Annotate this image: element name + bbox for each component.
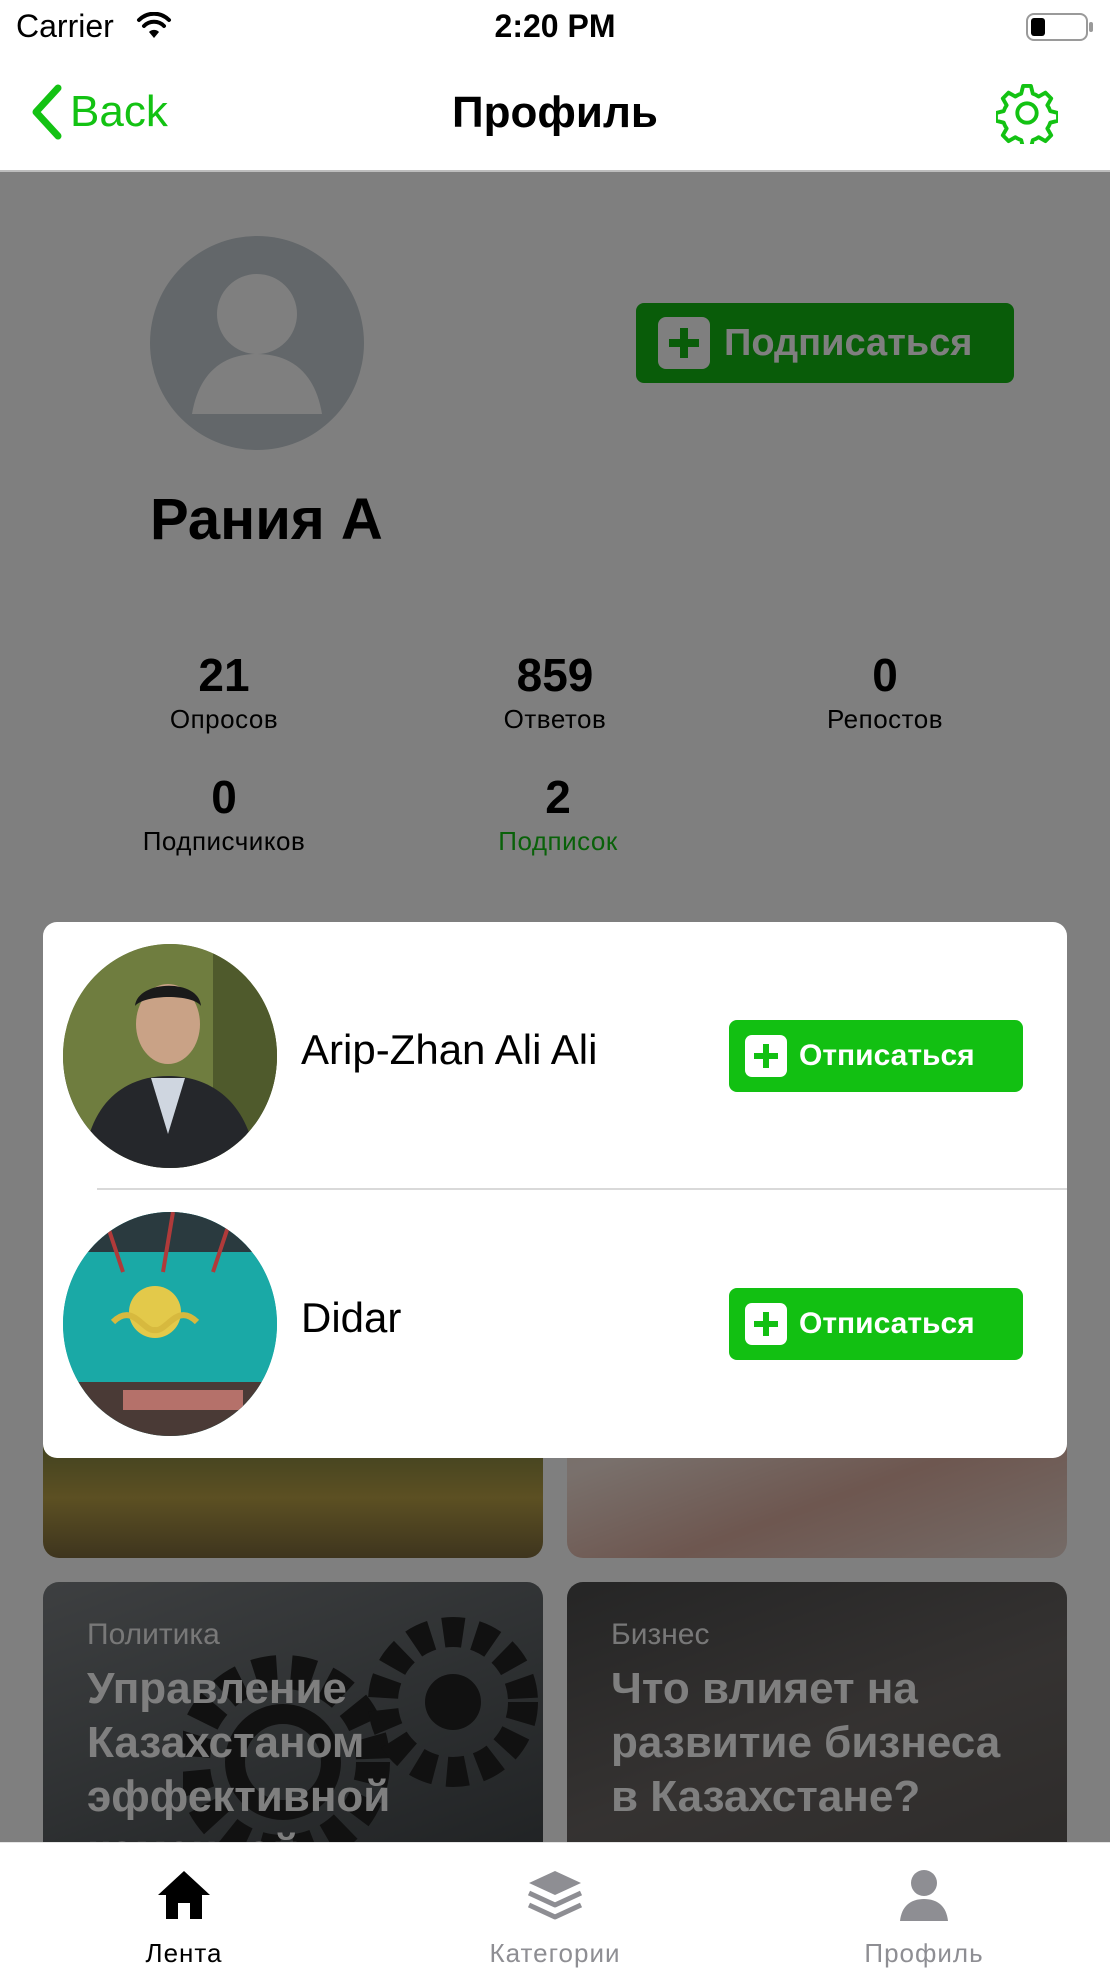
page-title: Профиль	[452, 88, 658, 137]
tab-label: Категории	[489, 1938, 621, 1968]
battery-icon	[1026, 13, 1093, 41]
person-photo	[63, 944, 277, 1168]
subscription-row[interactable]: Didar Отписаться	[43, 1190, 1067, 1458]
tab-categories[interactable]: Категории	[435, 1867, 675, 1969]
subscription-avatar	[63, 1212, 277, 1436]
status-bar: Carrier 2:20 PM	[0, 0, 1110, 54]
user-icon	[900, 1870, 948, 1921]
subscription-avatar	[63, 944, 277, 1168]
status-time: 2:20 PM	[494, 8, 616, 44]
tab-profile[interactable]: Профиль	[804, 1867, 1044, 1969]
subscription-name: Arip-Zhan Ali Ali	[301, 1026, 598, 1073]
flag-photo	[63, 1212, 277, 1436]
unsubscribe-label: Отписаться	[799, 1039, 975, 1072]
tab-label: Профиль	[864, 1938, 984, 1968]
subscription-row[interactable]: Arip-Zhan Ali Ali Отписаться	[43, 922, 1067, 1190]
subscriptions-popup: Arip-Zhan Ali Ali Отписаться Didar Отпис…	[43, 922, 1067, 1458]
subscription-name: Didar	[301, 1294, 402, 1341]
unsubscribe-button[interactable]: Отписаться	[729, 1020, 1023, 1092]
plus-icon	[745, 1035, 787, 1077]
tab-feed[interactable]: Лента	[64, 1867, 304, 1969]
unsubscribe-label: Отписаться	[799, 1307, 975, 1340]
nav-bar: Back Профиль	[0, 54, 1110, 172]
layers-icon	[527, 1871, 583, 1920]
gear-icon[interactable]	[996, 82, 1058, 144]
unsubscribe-button[interactable]: Отписаться	[729, 1288, 1023, 1360]
home-icon	[158, 1871, 210, 1919]
tab-label: Лента	[145, 1938, 223, 1968]
tab-bar: Лента Категории Профиль	[0, 1842, 1110, 1974]
plus-icon	[745, 1303, 787, 1345]
